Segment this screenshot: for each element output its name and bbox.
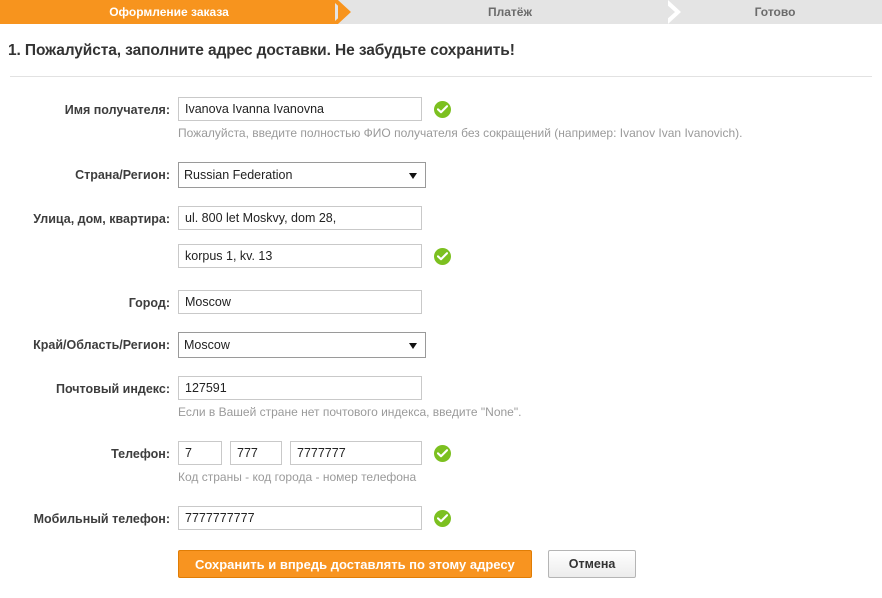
phone-country-code-input[interactable] xyxy=(178,441,222,465)
street-label: Улица, дом, квартира: xyxy=(33,212,170,226)
postcode-label: Почтовый индекс: xyxy=(55,382,170,396)
field-row-mobile: Мобильный телефон: xyxy=(0,506,882,530)
street-input-line1[interactable] xyxy=(178,206,422,230)
step-done[interactable]: Готово xyxy=(668,0,882,24)
chevron-right-icon-2 xyxy=(665,0,681,24)
street-field-1 xyxy=(170,206,422,230)
page-title: 1. Пожалуйста, заполните адрес доставки.… xyxy=(8,42,515,59)
phone-label: Телефон: xyxy=(111,447,170,461)
mobile-field xyxy=(170,506,451,530)
city-label: Город: xyxy=(128,296,170,310)
postcode-field xyxy=(170,376,422,400)
region-label: Край/Область/Регион: xyxy=(33,338,170,352)
city-input[interactable] xyxy=(178,290,422,314)
save-address-button[interactable]: Сохранить и впредь доставлять по этому а… xyxy=(178,550,532,578)
field-row-postcode: Почтовый индекс: xyxy=(0,376,882,400)
step-checkout-label: Оформление заказа xyxy=(109,5,229,19)
country-select[interactable]: Russian Federation xyxy=(178,162,426,188)
field-row-street-1: Улица, дом, квартира: xyxy=(0,206,882,230)
recipient-label: Имя получателя: xyxy=(64,103,170,117)
field-row-phone: Телефон: xyxy=(0,441,882,465)
street-field-2 xyxy=(170,244,451,268)
valid-check-icon-phone xyxy=(434,444,451,462)
mobile-label: Мобильный телефон: xyxy=(33,512,170,526)
phone-area-code-input[interactable] xyxy=(230,441,282,465)
form-actions: Сохранить и впредь доставлять по этому а… xyxy=(0,550,882,578)
recipient-field xyxy=(170,97,451,121)
phone-field xyxy=(170,441,451,465)
step-payment-label: Платёж xyxy=(488,5,532,19)
country-field: Russian Federation xyxy=(170,162,426,188)
field-row-city: Город: xyxy=(0,290,882,314)
street-label-spacer xyxy=(0,244,170,250)
country-label: Страна/Регион: xyxy=(75,168,170,182)
country-select-wrap: Russian Federation xyxy=(178,162,426,188)
phone-hint: Код страны - код города - номер телефона xyxy=(178,470,417,484)
step-done-label: Готово xyxy=(754,5,796,19)
valid-check-icon-street xyxy=(434,247,451,265)
phone-number-input[interactable] xyxy=(290,441,422,465)
title-divider xyxy=(10,76,872,77)
checkout-progress-bar: Оформление заказа Платёж Готово xyxy=(0,0,882,24)
field-row-region: Край/Область/Регион: Moscow xyxy=(0,332,882,358)
field-row-country: Страна/Регион: Russian Federation xyxy=(0,162,882,188)
shipping-address-form: Имя получателя: Пожалуйста, введите полн… xyxy=(0,97,882,578)
street-input-line2[interactable] xyxy=(178,244,422,268)
valid-check-icon-mobile xyxy=(434,509,451,527)
mobile-input[interactable] xyxy=(178,506,422,530)
recipient-hint: Пожалуйста, введите полностью ФИО получа… xyxy=(178,126,743,140)
city-field xyxy=(170,290,422,314)
postcode-hint: Если в Вашей стране нет почтового индекс… xyxy=(178,405,522,419)
region-field: Moscow xyxy=(170,332,426,358)
region-select-wrap: Moscow xyxy=(178,332,426,358)
postcode-input[interactable] xyxy=(178,376,422,400)
step-payment[interactable]: Платёж xyxy=(338,0,668,24)
step-checkout[interactable]: Оформление заказа xyxy=(0,0,351,24)
valid-check-icon-recipient xyxy=(434,100,451,118)
cancel-button[interactable]: Отмена xyxy=(547,550,637,578)
field-row-street-2 xyxy=(0,244,882,268)
recipient-input[interactable] xyxy=(178,97,422,121)
field-row-recipient: Имя получателя: xyxy=(0,97,882,121)
region-select[interactable]: Moscow xyxy=(178,332,426,358)
